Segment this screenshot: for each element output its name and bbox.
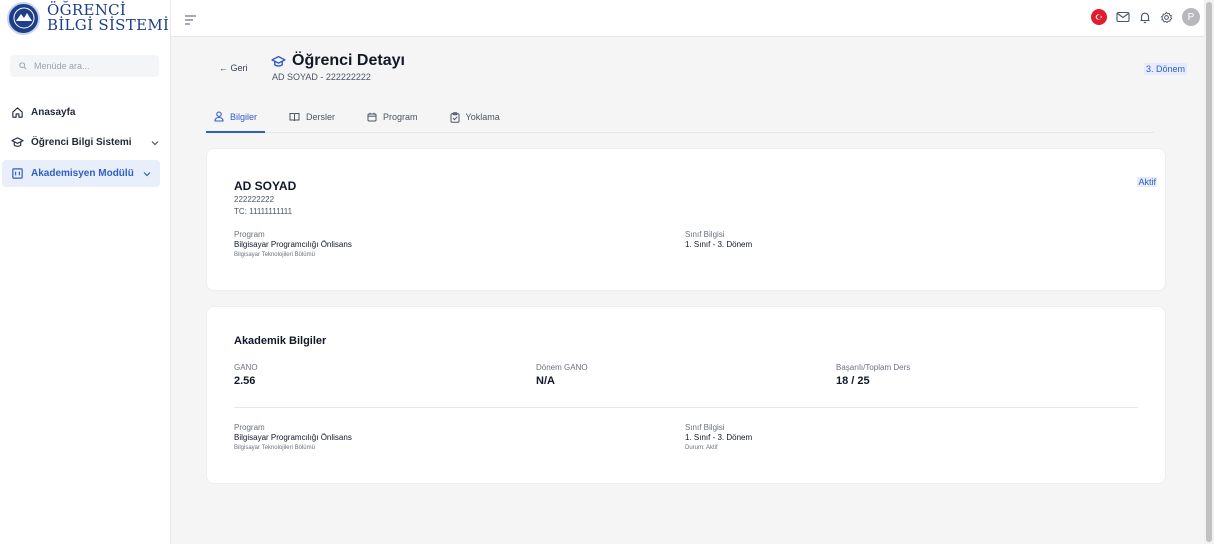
program-value: Bilgisayar Programcılığı Önlisans <box>234 433 352 442</box>
academic-program-info: Program Bilgisayar Programcılığı Önlisan… <box>234 423 352 453</box>
clipboard-check-icon <box>450 111 460 123</box>
program-department: Bilgisayar Teknolojileri Bölümü <box>234 252 315 258</box>
topbar: P <box>171 0 1204 37</box>
building-icon <box>10 167 24 181</box>
app-name: ÖĞRENCİ BİLGİ SİSTEMİ <box>47 3 169 33</box>
page-subtitle: AD SOYAD - 222222222 <box>272 72 371 82</box>
page-scrollbar[interactable] <box>1204 0 1214 544</box>
page-title: Öğrenci Detayı <box>271 52 405 70</box>
term-gano-value: N/A <box>536 375 555 387</box>
bell-icon[interactable] <box>1139 11 1151 24</box>
sidebar-item-label: Akademisyen Modülü <box>31 168 134 179</box>
tab-yoklama[interactable]: Yoklama <box>442 102 508 132</box>
sidebar-item-ogrenci-bilgi-sistemi[interactable]: Öğrenci Bilgi Sistemi <box>0 129 170 156</box>
courses-metric: Başarılı/Toplam Ders 18 / 25 <box>836 363 911 387</box>
tab-bar: Bilgiler Dersler Program Yoklama <box>206 102 1154 133</box>
graduation-cap-icon <box>271 55 286 67</box>
calendar-icon <box>367 112 377 122</box>
program-info: Program Bilgisayar Programcılığı Önlisan… <box>234 230 352 260</box>
class-value: 1. Sınıf - 3. Dönem <box>685 240 753 249</box>
home-icon <box>10 106 24 120</box>
tab-label: Program <box>383 112 418 122</box>
menu-search-placeholder: Menüde ara... <box>34 61 90 71</box>
menu-toggle-icon[interactable] <box>185 12 197 30</box>
section-divider <box>234 407 1138 408</box>
class-info: Sınıf Bilgisi 1. Sınıf - 3. Dönem <box>685 230 752 250</box>
tab-label: Yoklama <box>465 112 500 122</box>
class-value: 1. Sınıf - 3. Dönem <box>685 433 753 442</box>
scrollbar-thumb[interactable] <box>1206 2 1212 542</box>
sidebar-item-anasayfa[interactable]: Anasayfa <box>0 99 170 126</box>
tab-program[interactable]: Program <box>359 102 426 132</box>
gear-icon[interactable] <box>1160 11 1173 24</box>
gano-label: GANO <box>234 363 258 372</box>
university-seal-icon <box>7 1 40 35</box>
term-badge: 3. Dönem <box>1143 63 1187 75</box>
gano-value: 2.56 <box>234 375 256 387</box>
back-button[interactable]: ← Geri <box>219 63 248 73</box>
term-gano-label: Dönem GANO <box>536 363 588 372</box>
academic-class-info: Sınıf Bilgisi 1. Sınıf - 3. Dönem Durum:… <box>685 423 752 453</box>
student-name: AD SOYAD <box>234 179 297 193</box>
book-icon <box>289 113 300 122</box>
courses-value: 18 / 25 <box>836 375 870 387</box>
menu-search-input[interactable]: Menüde ara... <box>10 55 159 77</box>
program-label: Program <box>234 230 265 239</box>
student-tc: TC: 11111111111 <box>234 207 293 216</box>
academic-info-card: Akademik Bilgiler GANO 2.56 Dönem GANO N… <box>206 306 1166 484</box>
chevron-down-icon <box>151 140 159 145</box>
status-badge: Aktif <box>1137 177 1157 187</box>
chevron-down-icon <box>143 171 151 176</box>
search-icon <box>19 62 27 70</box>
sidebar-item-label: Öğrenci Bilgi Sistemi <box>31 137 132 148</box>
topbar-actions: P <box>1091 8 1200 26</box>
sidebar-item-akademisyen-modulu[interactable]: Akademisyen Modülü <box>2 160 160 187</box>
page-header: Öğrenci Detayı AD SOYAD - 222222222 <box>271 52 405 82</box>
student-number: 222222222 <box>234 195 275 204</box>
program-label: Program <box>234 423 265 432</box>
app-name-line2: BİLGİ SİSTEMİ <box>47 16 170 34</box>
program-value: Bilgisayar Programcılığı Önlisans <box>234 240 352 249</box>
tab-label: Bilgiler <box>230 111 258 122</box>
tab-dersler[interactable]: Dersler <box>281 102 343 132</box>
page-title-text: Öğrenci Detayı <box>292 52 405 69</box>
turkish-flag-icon[interactable] <box>1091 9 1107 25</box>
class-label: Sınıf Bilgisi <box>685 230 725 239</box>
tab-label: Dersler <box>306 112 336 122</box>
term-gano-metric: Dönem GANO N/A <box>536 363 588 387</box>
student-info-card: AD SOYAD 222222222 TC: 11111111111 Aktif… <box>206 148 1166 291</box>
sidebar-nav: Anasayfa Öğrenci Bilgi Sistemi Akademisy… <box>0 99 170 187</box>
graduation-cap-icon <box>10 136 24 150</box>
main-content: ← Geri Öğrenci Detayı AD SOYAD - 2222222… <box>171 38 1204 544</box>
class-label: Sınıf Bilgisi <box>685 423 725 432</box>
app-logo[interactable]: ÖĞRENCİ BİLGİ SİSTEMİ <box>0 0 170 36</box>
academic-section-title: Akademik Bilgiler <box>234 335 327 347</box>
gano-metric: GANO 2.56 <box>234 363 258 387</box>
avatar[interactable]: P <box>1182 8 1200 26</box>
courses-label: Başarılı/Toplam Ders <box>836 363 911 372</box>
mail-icon[interactable] <box>1116 11 1130 23</box>
sidebar-item-label: Anasayfa <box>31 107 76 118</box>
status-text: Durum: Aktif <box>685 445 718 451</box>
program-department: Bilgisayar Teknolojileri Bölümü <box>234 445 315 451</box>
sidebar: ÖĞRENCİ BİLGİ SİSTEMİ Menüde ara... Anas… <box>0 0 171 544</box>
tab-bilgiler[interactable]: Bilgiler <box>206 102 266 133</box>
user-icon <box>214 111 224 122</box>
